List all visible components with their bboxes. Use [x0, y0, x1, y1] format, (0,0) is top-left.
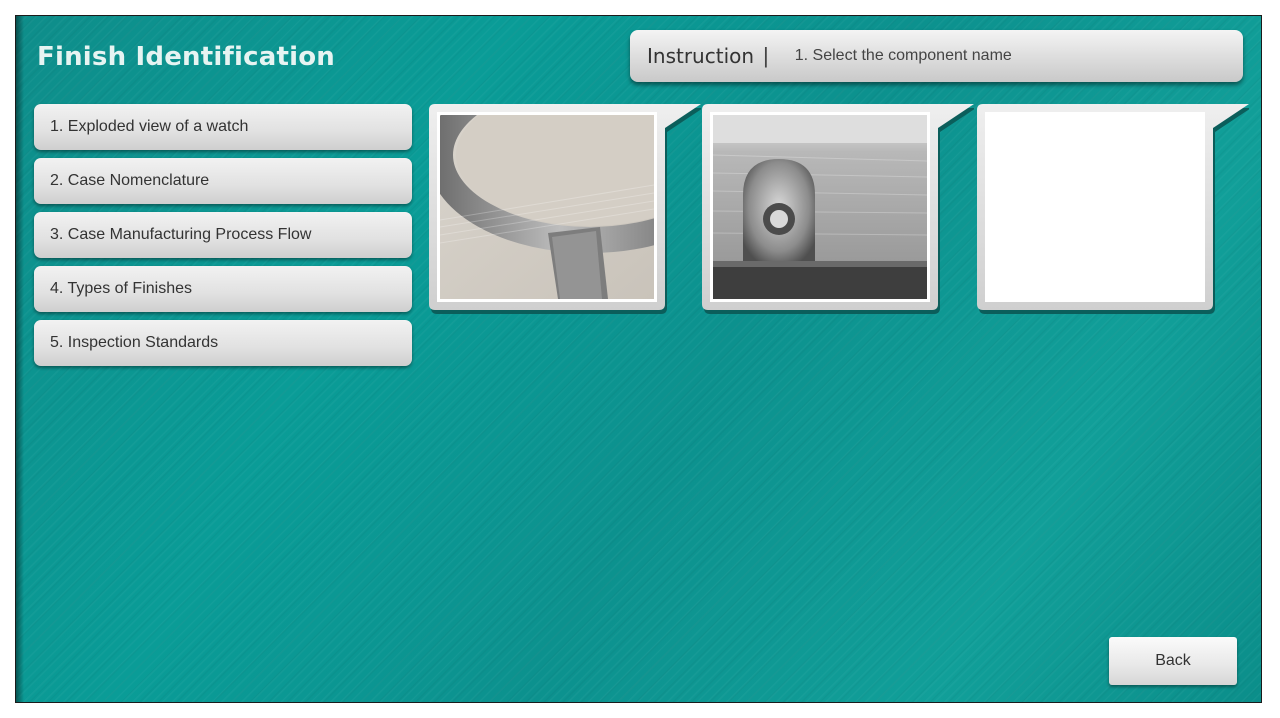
- case-lug-photo[interactable]: [710, 112, 930, 302]
- menu-item-case-nomenclature[interactable]: 2. Case Nomenclature: [34, 158, 412, 204]
- image-card-3[interactable]: [977, 104, 1249, 314]
- instruction-text: 1. Select the component name: [794, 47, 1012, 64]
- menu-item-inspection-standards[interactable]: 5. Inspection Standards: [34, 320, 412, 366]
- page-title: Finish Identification: [37, 42, 335, 72]
- instruction-separator: |: [763, 43, 769, 68]
- app-window: Finish Identification Instruction | 1. S…: [15, 15, 1262, 703]
- back-button[interactable]: Back: [1109, 637, 1237, 685]
- menu-item-exploded-view[interactable]: 1. Exploded view of a watch: [34, 104, 412, 150]
- blank-photo[interactable]: [985, 112, 1205, 302]
- menu-item-process-flow[interactable]: 3. Case Manufacturing Process Flow: [34, 212, 412, 258]
- image-card-1[interactable]: [429, 104, 701, 314]
- image-card-2[interactable]: [702, 104, 974, 314]
- case-ring-photo[interactable]: [437, 112, 657, 302]
- instruction-label: Instruction: [647, 44, 755, 68]
- menu-item-types-of-finishes[interactable]: 4. Types of Finishes: [34, 266, 412, 312]
- edge-shadow: [16, 16, 24, 702]
- instruction-bar: Instruction | 1. Select the component na…: [630, 30, 1243, 82]
- side-menu: 1. Exploded view of a watch 2. Case Nome…: [34, 104, 412, 374]
